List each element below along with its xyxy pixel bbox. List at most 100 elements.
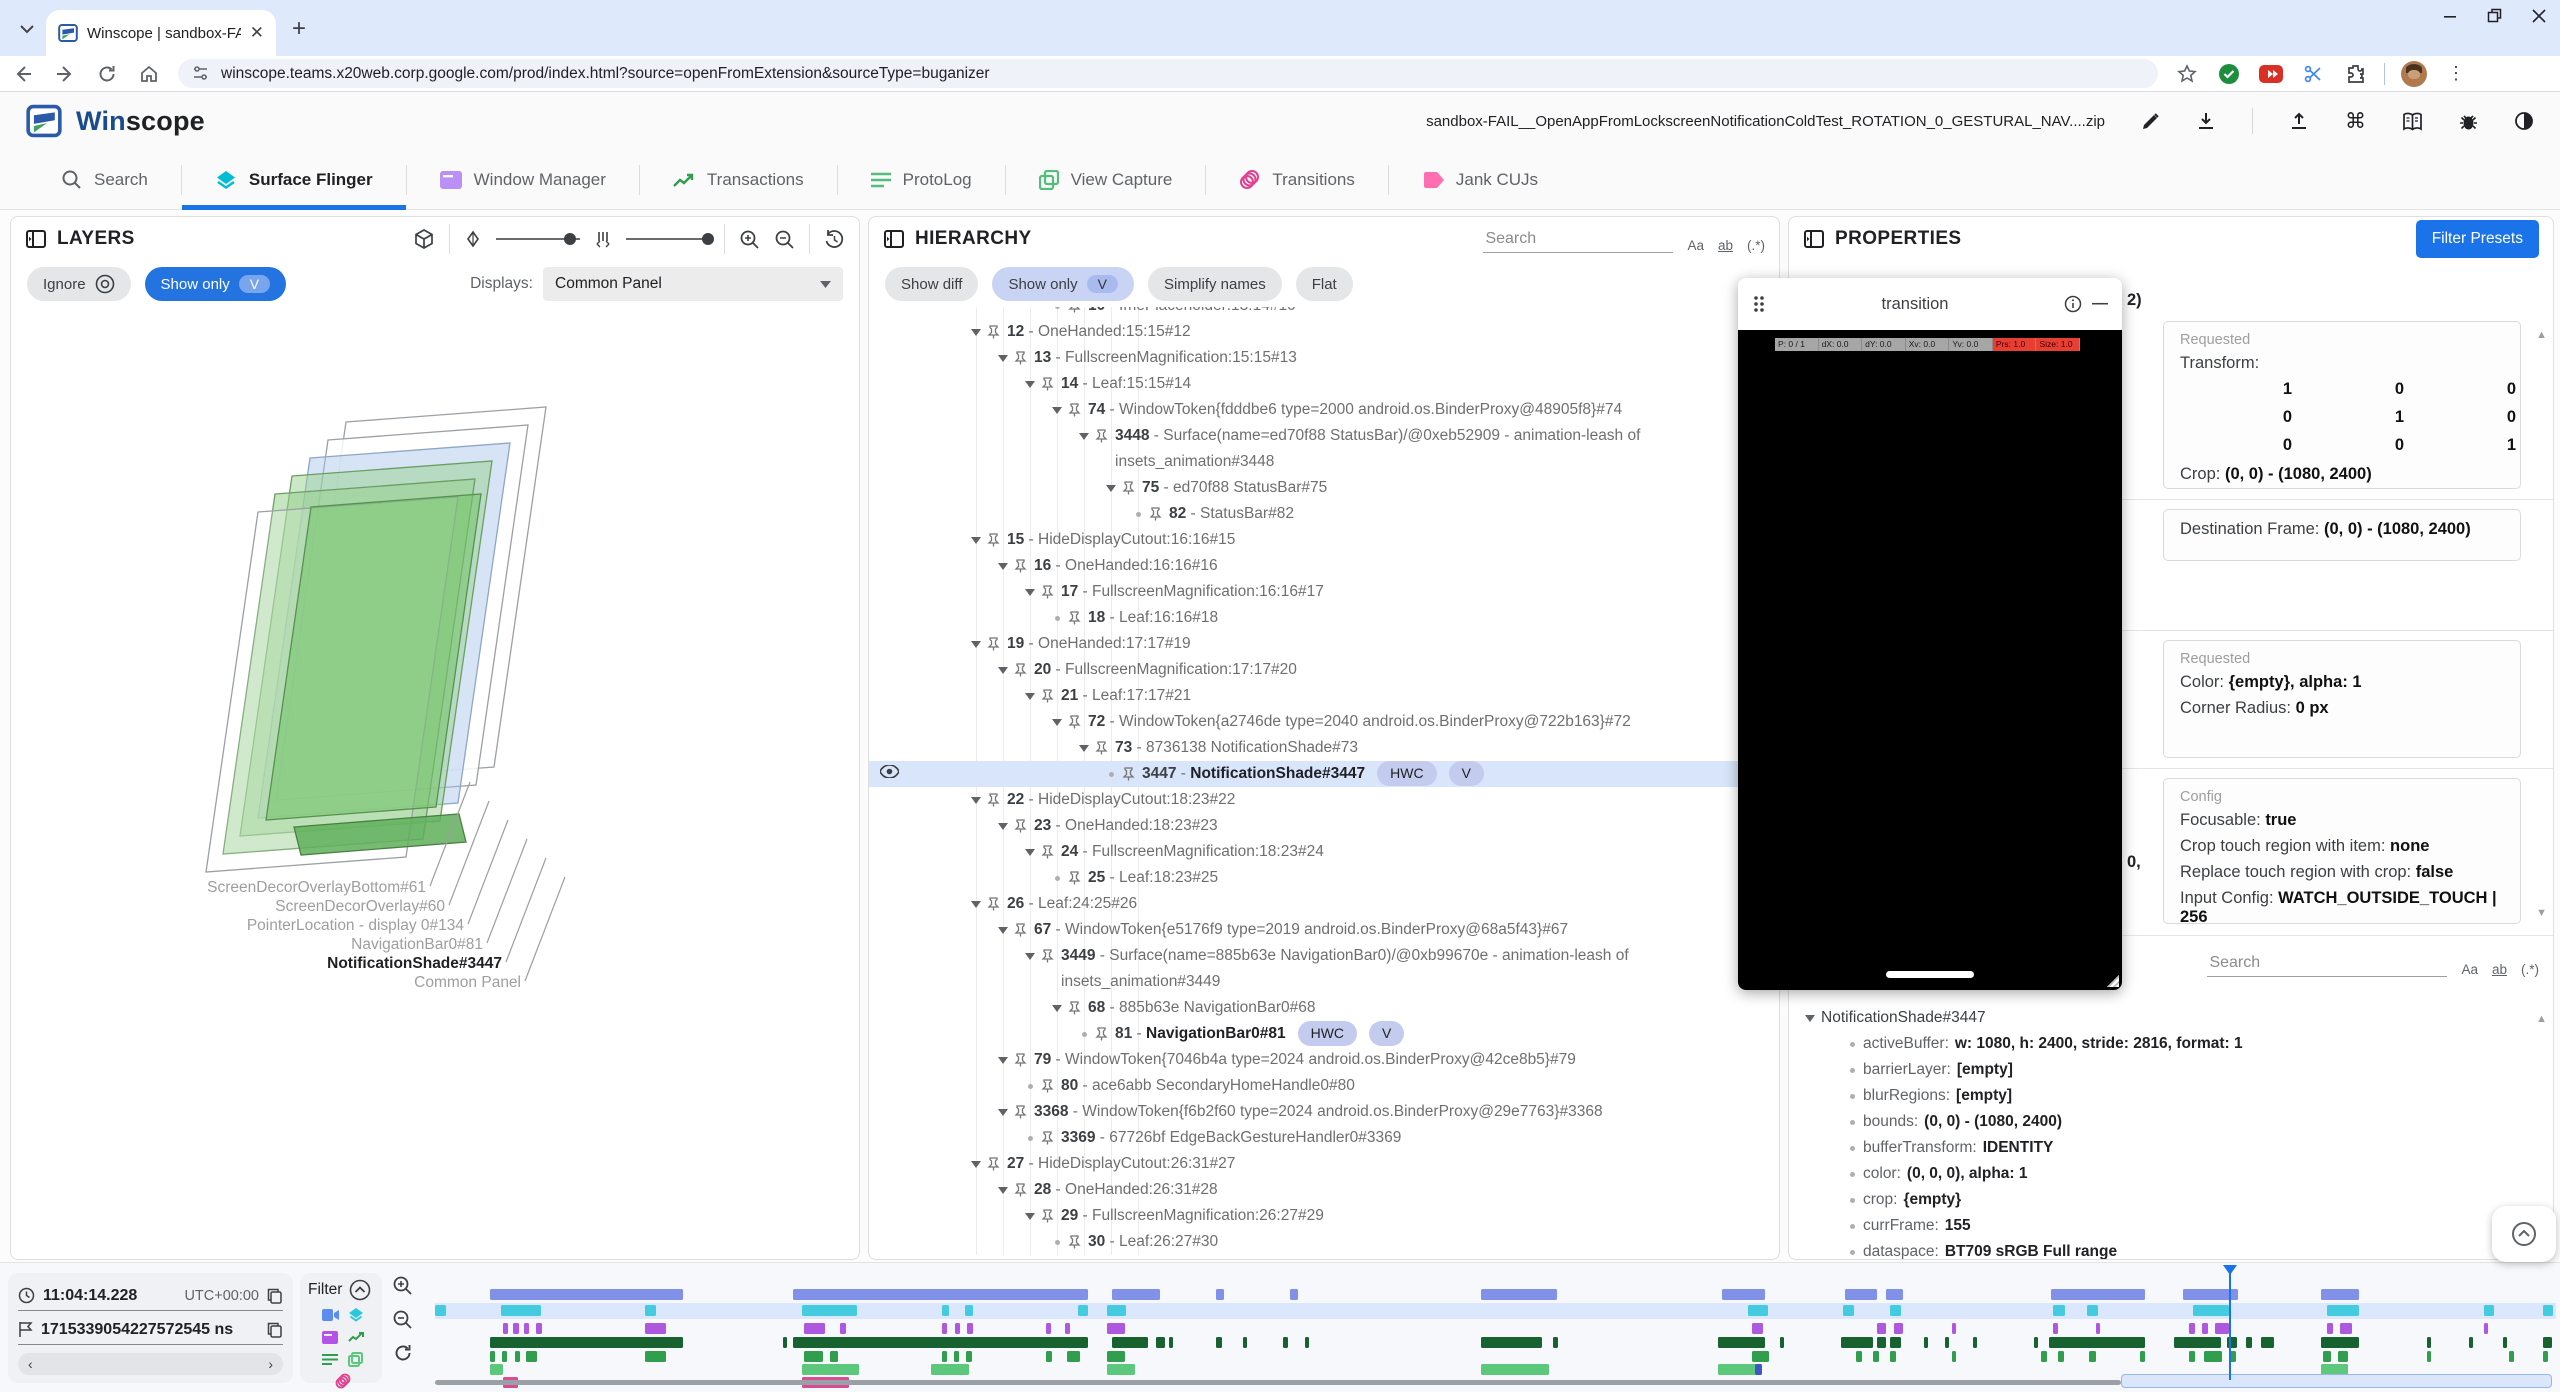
spacing-slider[interactable]: [626, 238, 710, 240]
property-row[interactable]: color:(0, 0, 0), alpha: 1: [1789, 1161, 2553, 1187]
3d-view-icon[interactable]: [413, 228, 435, 250]
window-minimize-icon[interactable]: [2443, 9, 2457, 23]
pin-icon[interactable]: [987, 325, 1007, 339]
tree-node-74[interactable]: 74 - WindowToken{fdddbe6 type=2000 andro…: [869, 397, 1765, 423]
properties-search-input[interactable]: Search: [2207, 950, 2447, 977]
tree-node-82[interactable]: 82 - StatusBar#82: [869, 501, 1765, 527]
tab-protolog[interactable]: ProtoLog: [838, 150, 1005, 209]
tab-window-manager[interactable]: Window Manager: [407, 150, 639, 209]
copy-icon[interactable]: [267, 1322, 283, 1338]
expand-arrow-icon[interactable]: [998, 667, 1008, 674]
url-bar[interactable]: winscope.teams.x20web.corp.google.com/pr…: [178, 59, 2158, 88]
tree-node-27[interactable]: 27 - HideDisplayCutout:26:31#27: [869, 1151, 1765, 1177]
pin-icon[interactable]: [987, 897, 1007, 911]
extension-check-icon[interactable]: [2216, 63, 2242, 85]
layer-label[interactable]: ScreenDecorOverlayBottom#61: [207, 879, 426, 896]
hierarchy-search-input[interactable]: Search: [1483, 226, 1673, 253]
tree-node-29[interactable]: 29 - FullscreenMagnification:26:27#29: [869, 1203, 1765, 1229]
pin-icon[interactable]: [1068, 1001, 1088, 1015]
window-manager-filter-icon[interactable]: [322, 1331, 338, 1344]
tree-node-16[interactable]: 16 - OneHanded:16:16#16: [869, 553, 1765, 579]
pin-icon[interactable]: [1041, 845, 1061, 859]
pin-icon[interactable]: [1014, 1183, 1034, 1197]
copy-icon[interactable]: [267, 1288, 283, 1304]
expand-arrow-icon[interactable]: [1052, 719, 1062, 726]
forward-icon[interactable]: [52, 64, 78, 84]
pin-icon[interactable]: [1014, 1053, 1034, 1067]
pin-icon[interactable]: [1122, 481, 1142, 495]
pin-icon[interactable]: [1068, 715, 1088, 729]
expand-arrow-icon[interactable]: [998, 563, 1008, 570]
tree-node-67[interactable]: 67 - WindowToken{e5176f9 type=2019 andro…: [869, 917, 1765, 943]
tree-node-10[interactable]: 10 - ImePlaceholder:13:14#10: [869, 307, 1765, 319]
tree-node-26[interactable]: 26 - Leaf:24:25#26: [869, 891, 1765, 917]
property-root-node[interactable]: NotificationShade#3447: [1789, 1005, 2553, 1031]
property-row[interactable]: bounds:(0, 0) - (1080, 2400): [1789, 1109, 2553, 1135]
pin-icon[interactable]: [1041, 1209, 1061, 1223]
expand-arrow-icon[interactable]: [971, 641, 981, 648]
pin-icon[interactable]: [1149, 507, 1169, 521]
pin-icon[interactable]: [1041, 585, 1061, 599]
pin-icon[interactable]: [1014, 351, 1034, 365]
timeline-mini-scrollbar[interactable]: ‹›: [18, 1353, 283, 1375]
property-row[interactable]: activeBuffer:w: 1080, h: 2400, stride: 2…: [1789, 1031, 2553, 1057]
tree-node-79[interactable]: 79 - WindowToken{7046b4a type=2024 andro…: [869, 1047, 1765, 1073]
layer-label[interactable]: Common Panel: [414, 974, 521, 991]
reload-icon[interactable]: [94, 64, 120, 84]
property-row[interactable]: barrierLayer:[empty]: [1789, 1057, 2553, 1083]
rotation-slider[interactable]: [496, 238, 580, 240]
extension-play-icon[interactable]: [2258, 65, 2284, 83]
tab-close-icon[interactable]: ✕: [250, 23, 264, 43]
pin-icon[interactable]: [1041, 377, 1061, 391]
info-icon[interactable]: [2064, 295, 2082, 313]
match-word-toggle[interactable]: ab: [1718, 238, 1733, 253]
match-case-toggle[interactable]: Aa: [2461, 962, 2478, 977]
home-icon[interactable]: [136, 64, 162, 84]
download-icon[interactable]: [2196, 111, 2216, 131]
expand-arrow-icon[interactable]: [998, 823, 1008, 830]
regex-toggle[interactable]: (.*): [1747, 238, 1765, 253]
collapse-panel-icon[interactable]: [1803, 228, 1825, 250]
tree-node-21[interactable]: 21 - Leaf:17:17#21: [869, 683, 1765, 709]
extensions-puzzle-icon[interactable]: [2342, 63, 2368, 84]
tree-node-73[interactable]: 73 - 8736138 NotificationShade#73: [869, 735, 1765, 761]
docs-icon[interactable]: [2402, 112, 2423, 131]
pin-icon[interactable]: [1068, 403, 1088, 417]
tab-surface-flinger[interactable]: Surface Flinger: [182, 150, 406, 209]
pin-icon[interactable]: [1014, 663, 1034, 677]
site-settings-icon[interactable]: [192, 65, 209, 82]
minimize-overlay-icon[interactable]: —: [2092, 295, 2108, 313]
show-diff-chip[interactable]: Show diff: [885, 267, 978, 301]
flat-chip[interactable]: Flat: [1296, 267, 1353, 301]
tree-node-72[interactable]: 72 - WindowToken{a2746de type=2040 andro…: [869, 709, 1765, 735]
tree-node-81[interactable]: 81 - NavigationBar0#81HWCV: [869, 1021, 1765, 1047]
new-tab-button[interactable]: +: [292, 15, 306, 43]
edit-file-icon[interactable]: [2141, 112, 2160, 131]
tree-node-24[interactable]: 24 - FullscreenMagnification:18:23#24: [869, 839, 1765, 865]
transition-overlay-window[interactable]: transition — P: 0 / 1dX: 0.0dY: 0.0Xv: 0…: [1738, 278, 2122, 990]
tree-node-14[interactable]: 14 - Leaf:15:15#14: [869, 371, 1765, 397]
pin-icon[interactable]: [1068, 1235, 1088, 1249]
window-restore-icon[interactable]: [2487, 8, 2502, 23]
expand-arrow-icon[interactable]: [1025, 589, 1035, 596]
pin-icon[interactable]: [1014, 819, 1034, 833]
scroll-up-hint[interactable]: ▲: [2536, 1013, 2547, 1025]
browser-menu-icon[interactable]: ⋮: [2443, 63, 2469, 84]
expand-arrow-icon[interactable]: [1106, 485, 1116, 492]
pin-icon[interactable]: [987, 533, 1007, 547]
reset-view-icon[interactable]: [824, 229, 845, 250]
tree-node-22[interactable]: 22 - HideDisplayCutout:18:23#22: [869, 787, 1765, 813]
expand-arrow-icon[interactable]: [971, 329, 981, 336]
property-row[interactable]: bufferTransform:IDENTITY: [1789, 1135, 2553, 1161]
tree-node-25[interactable]: 25 - Leaf:18:23#25: [869, 865, 1765, 891]
expand-arrow-icon[interactable]: [1052, 1005, 1062, 1012]
theme-toggle-icon[interactable]: [2514, 111, 2534, 131]
pin-icon[interactable]: [1014, 923, 1034, 937]
expand-arrow-icon[interactable]: [1025, 953, 1035, 960]
ignore-filter-chip[interactable]: Ignore: [27, 267, 131, 301]
tree-node-3368[interactable]: 3368 - WindowToken{f6b2f60 type=2024 and…: [869, 1099, 1765, 1125]
scroll-down-hint[interactable]: ▼: [2536, 907, 2547, 919]
tab-jank-cujs[interactable]: Jank CUJs: [1389, 150, 1571, 209]
show-only-chip[interactable]: Show only V: [992, 267, 1134, 301]
pin-icon[interactable]: [1095, 1027, 1115, 1041]
